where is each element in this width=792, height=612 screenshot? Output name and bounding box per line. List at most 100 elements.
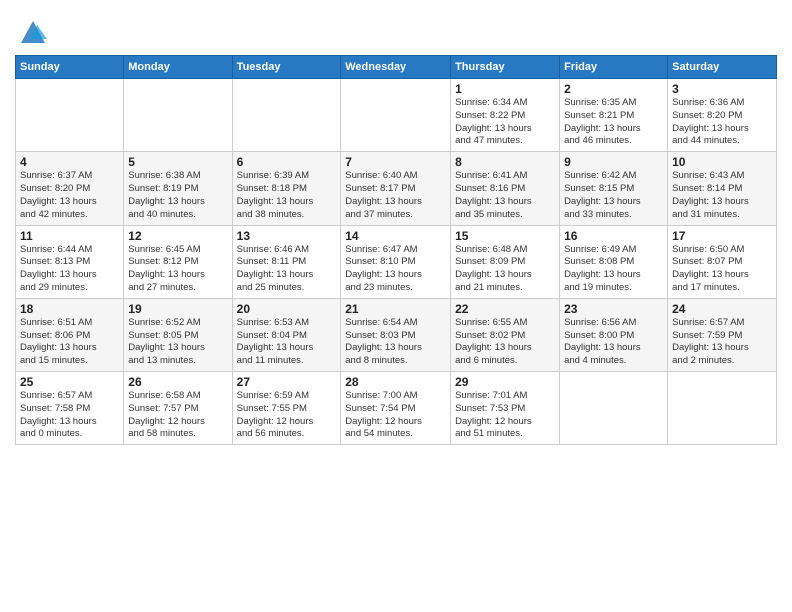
calendar-cell [341, 79, 451, 152]
calendar-cell: 7Sunrise: 6:40 AM Sunset: 8:17 PM Daylig… [341, 152, 451, 225]
day-number: 24 [672, 302, 772, 316]
day-number: 5 [128, 155, 227, 169]
day-info: Sunrise: 7:00 AM Sunset: 7:54 PM Dayligh… [345, 390, 446, 441]
day-info: Sunrise: 6:36 AM Sunset: 8:20 PM Dayligh… [672, 97, 772, 148]
calendar-cell: 11Sunrise: 6:44 AM Sunset: 8:13 PM Dayli… [16, 225, 124, 298]
day-info: Sunrise: 6:38 AM Sunset: 8:19 PM Dayligh… [128, 170, 227, 221]
page: SundayMondayTuesdayWednesdayThursdayFrid… [0, 0, 792, 612]
calendar-header-saturday: Saturday [668, 56, 777, 79]
calendar-cell: 27Sunrise: 6:59 AM Sunset: 7:55 PM Dayli… [232, 372, 341, 445]
calendar-cell [232, 79, 341, 152]
day-number: 6 [237, 155, 337, 169]
calendar-cell: 17Sunrise: 6:50 AM Sunset: 8:07 PM Dayli… [668, 225, 777, 298]
day-info: Sunrise: 6:57 AM Sunset: 7:59 PM Dayligh… [672, 317, 772, 368]
calendar-cell: 4Sunrise: 6:37 AM Sunset: 8:20 PM Daylig… [16, 152, 124, 225]
day-info: Sunrise: 6:47 AM Sunset: 8:10 PM Dayligh… [345, 244, 446, 295]
calendar-week-row: 18Sunrise: 6:51 AM Sunset: 8:06 PM Dayli… [16, 298, 777, 371]
logo-icon [19, 19, 47, 47]
calendar-cell: 14Sunrise: 6:47 AM Sunset: 8:10 PM Dayli… [341, 225, 451, 298]
calendar-cell [124, 79, 232, 152]
calendar-cell: 22Sunrise: 6:55 AM Sunset: 8:02 PM Dayli… [451, 298, 560, 371]
calendar-cell: 29Sunrise: 7:01 AM Sunset: 7:53 PM Dayli… [451, 372, 560, 445]
calendar-cell [560, 372, 668, 445]
calendar-cell: 13Sunrise: 6:46 AM Sunset: 8:11 PM Dayli… [232, 225, 341, 298]
day-info: Sunrise: 6:39 AM Sunset: 8:18 PM Dayligh… [237, 170, 337, 221]
day-number: 7 [345, 155, 446, 169]
day-info: Sunrise: 6:42 AM Sunset: 8:15 PM Dayligh… [564, 170, 663, 221]
day-info: Sunrise: 6:34 AM Sunset: 8:22 PM Dayligh… [455, 97, 555, 148]
day-info: Sunrise: 6:44 AM Sunset: 8:13 PM Dayligh… [20, 244, 119, 295]
logo [15, 19, 47, 47]
day-info: Sunrise: 6:46 AM Sunset: 8:11 PM Dayligh… [237, 244, 337, 295]
calendar-header-thursday: Thursday [451, 56, 560, 79]
calendar-cell: 5Sunrise: 6:38 AM Sunset: 8:19 PM Daylig… [124, 152, 232, 225]
day-info: Sunrise: 6:50 AM Sunset: 8:07 PM Dayligh… [672, 244, 772, 295]
day-number: 9 [564, 155, 663, 169]
day-number: 4 [20, 155, 119, 169]
day-number: 19 [128, 302, 227, 316]
day-number: 25 [20, 375, 119, 389]
day-number: 18 [20, 302, 119, 316]
calendar-header-wednesday: Wednesday [341, 56, 451, 79]
day-number: 15 [455, 229, 555, 243]
calendar-week-row: 25Sunrise: 6:57 AM Sunset: 7:58 PM Dayli… [16, 372, 777, 445]
day-info: Sunrise: 6:56 AM Sunset: 8:00 PM Dayligh… [564, 317, 663, 368]
day-info: Sunrise: 6:57 AM Sunset: 7:58 PM Dayligh… [20, 390, 119, 441]
calendar-cell: 24Sunrise: 6:57 AM Sunset: 7:59 PM Dayli… [668, 298, 777, 371]
day-number: 2 [564, 82, 663, 96]
day-number: 12 [128, 229, 227, 243]
day-info: Sunrise: 6:58 AM Sunset: 7:57 PM Dayligh… [128, 390, 227, 441]
calendar-cell: 8Sunrise: 6:41 AM Sunset: 8:16 PM Daylig… [451, 152, 560, 225]
day-info: Sunrise: 6:43 AM Sunset: 8:14 PM Dayligh… [672, 170, 772, 221]
calendar-header-row: SundayMondayTuesdayWednesdayThursdayFrid… [16, 56, 777, 79]
day-number: 27 [237, 375, 337, 389]
day-number: 8 [455, 155, 555, 169]
day-number: 26 [128, 375, 227, 389]
calendar-cell: 16Sunrise: 6:49 AM Sunset: 8:08 PM Dayli… [560, 225, 668, 298]
calendar: SundayMondayTuesdayWednesdayThursdayFrid… [15, 55, 777, 445]
day-info: Sunrise: 6:53 AM Sunset: 8:04 PM Dayligh… [237, 317, 337, 368]
calendar-cell: 25Sunrise: 6:57 AM Sunset: 7:58 PM Dayli… [16, 372, 124, 445]
day-number: 17 [672, 229, 772, 243]
calendar-cell: 1Sunrise: 6:34 AM Sunset: 8:22 PM Daylig… [451, 79, 560, 152]
calendar-cell: 26Sunrise: 6:58 AM Sunset: 7:57 PM Dayli… [124, 372, 232, 445]
calendar-header-friday: Friday [560, 56, 668, 79]
day-info: Sunrise: 6:55 AM Sunset: 8:02 PM Dayligh… [455, 317, 555, 368]
calendar-cell: 10Sunrise: 6:43 AM Sunset: 8:14 PM Dayli… [668, 152, 777, 225]
day-number: 1 [455, 82, 555, 96]
calendar-cell: 19Sunrise: 6:52 AM Sunset: 8:05 PM Dayli… [124, 298, 232, 371]
calendar-cell: 15Sunrise: 6:48 AM Sunset: 8:09 PM Dayli… [451, 225, 560, 298]
calendar-cell: 18Sunrise: 6:51 AM Sunset: 8:06 PM Dayli… [16, 298, 124, 371]
day-info: Sunrise: 6:48 AM Sunset: 8:09 PM Dayligh… [455, 244, 555, 295]
day-number: 3 [672, 82, 772, 96]
day-info: Sunrise: 6:59 AM Sunset: 7:55 PM Dayligh… [237, 390, 337, 441]
day-number: 14 [345, 229, 446, 243]
day-info: Sunrise: 6:35 AM Sunset: 8:21 PM Dayligh… [564, 97, 663, 148]
day-info: Sunrise: 6:40 AM Sunset: 8:17 PM Dayligh… [345, 170, 446, 221]
day-number: 13 [237, 229, 337, 243]
calendar-week-row: 4Sunrise: 6:37 AM Sunset: 8:20 PM Daylig… [16, 152, 777, 225]
calendar-header-monday: Monday [124, 56, 232, 79]
day-number: 16 [564, 229, 663, 243]
day-info: Sunrise: 7:01 AM Sunset: 7:53 PM Dayligh… [455, 390, 555, 441]
day-number: 11 [20, 229, 119, 243]
day-info: Sunrise: 6:51 AM Sunset: 8:06 PM Dayligh… [20, 317, 119, 368]
calendar-cell: 9Sunrise: 6:42 AM Sunset: 8:15 PM Daylig… [560, 152, 668, 225]
day-number: 20 [237, 302, 337, 316]
day-number: 10 [672, 155, 772, 169]
day-number: 28 [345, 375, 446, 389]
day-number: 22 [455, 302, 555, 316]
calendar-cell [668, 372, 777, 445]
day-info: Sunrise: 6:45 AM Sunset: 8:12 PM Dayligh… [128, 244, 227, 295]
calendar-week-row: 11Sunrise: 6:44 AM Sunset: 8:13 PM Dayli… [16, 225, 777, 298]
day-number: 23 [564, 302, 663, 316]
day-info: Sunrise: 6:41 AM Sunset: 8:16 PM Dayligh… [455, 170, 555, 221]
calendar-cell: 20Sunrise: 6:53 AM Sunset: 8:04 PM Dayli… [232, 298, 341, 371]
calendar-cell: 23Sunrise: 6:56 AM Sunset: 8:00 PM Dayli… [560, 298, 668, 371]
calendar-week-row: 1Sunrise: 6:34 AM Sunset: 8:22 PM Daylig… [16, 79, 777, 152]
day-number: 21 [345, 302, 446, 316]
calendar-header-sunday: Sunday [16, 56, 124, 79]
calendar-cell: 3Sunrise: 6:36 AM Sunset: 8:20 PM Daylig… [668, 79, 777, 152]
calendar-cell [16, 79, 124, 152]
calendar-cell: 28Sunrise: 7:00 AM Sunset: 7:54 PM Dayli… [341, 372, 451, 445]
